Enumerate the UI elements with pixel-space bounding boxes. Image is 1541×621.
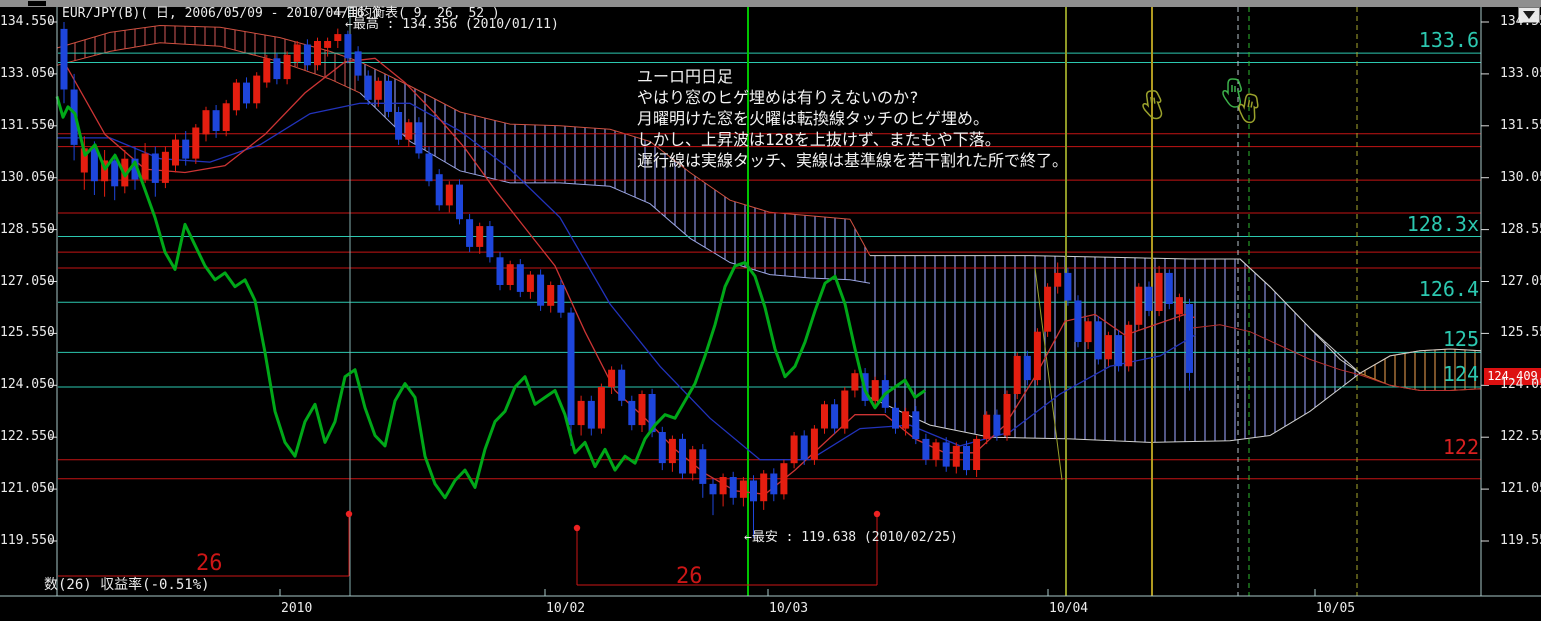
annotation-line: しかし、上昇波は128を上抜けず、またもや下落。 [637, 130, 1001, 149]
annotation-line: 遅行線は実線タッチ、実線は基準線を若干割れた所で終了。 [637, 151, 1069, 170]
price-axis-label-right: 134.550 [1500, 14, 1541, 29]
time-axis-label: 10/03 [769, 601, 809, 616]
time-axis-label: 10/02 [546, 601, 586, 616]
time-axis-label: 10/04 [1049, 601, 1089, 616]
time-axis-label: 2010 [281, 601, 313, 616]
price-axis-label-left: 125.550 [0, 325, 55, 341]
price-axis-label-right: 125.550 [1500, 325, 1541, 341]
price-axis-label-right: 133.050 [1500, 65, 1541, 81]
scrollbar-notch [28, 1, 46, 6]
price-axis-label-left: 131.550 [0, 117, 55, 133]
price-axis-label-left: 124.050 [0, 377, 55, 393]
level-label-teal: 126.4 [1418, 277, 1479, 302]
price-axis-label-right: 131.550 [1500, 117, 1541, 133]
price-axis-label-left: 127.050 [0, 273, 55, 289]
annotation-line: 月曜明けた窓を火曜は転換線タッチのヒゲ埋め。 [637, 109, 990, 128]
price-axis-label-right: 122.550 [1500, 429, 1541, 445]
price-axis-label-left: 128.550 [0, 221, 55, 237]
level-label-red: 122 [1442, 434, 1479, 459]
price-axis-label-right: 121.050 [1500, 481, 1541, 497]
price-axis-label-left: 134.550 [0, 14, 55, 29]
hand-pointer-icon [1222, 78, 1243, 108]
price-axis-label-left: 121.050 [0, 481, 55, 497]
price-axis-label-right: 130.050 [1500, 169, 1541, 185]
svg-text:26: 26 [676, 564, 703, 589]
price-axis-label-left: 122.550 [0, 429, 55, 445]
price-axis-label-right: 128.550 [1500, 221, 1541, 237]
price-axis-label-left: 130.050 [0, 169, 55, 185]
price-axis-label-right: 119.550 [1500, 533, 1541, 548]
chart-annotation: ユーロ円日足 やはり窓のヒゲ埋めは有りえないのか? 月曜明けた窓を火曜は転換線タ… [637, 66, 1068, 171]
level-label-teal: 128.3x [1406, 211, 1479, 236]
level-label-teal: 124 [1442, 362, 1479, 387]
annotation-line: やはり窓のヒゲ埋めは有りえないのか? [637, 88, 919, 107]
level-label-teal: 125 [1442, 327, 1479, 352]
cycle-stats-label: 数(26) 収益率(-0.51%) [44, 577, 210, 593]
price-axis-label-right: 124.050 [1500, 377, 1541, 393]
time-axis-label: 10/05 [1316, 601, 1356, 616]
low-marker-label: ←最安 : 119.638 (2010/02/25) [744, 530, 958, 545]
price-axis-label-left: 119.550 [0, 533, 55, 548]
hand-marks [1140, 78, 1261, 125]
level-label-teal: 133.6 [1418, 28, 1479, 53]
annotation-line: ユーロ円日足 [637, 67, 734, 86]
price-axis-label-right: 127.050 [1500, 273, 1541, 289]
svg-text:26: 26 [196, 551, 223, 576]
high-marker-label: ←最高 : 134.356 (2010/01/11) [345, 17, 559, 32]
price-axis-label-left: 133.050 [0, 65, 55, 81]
